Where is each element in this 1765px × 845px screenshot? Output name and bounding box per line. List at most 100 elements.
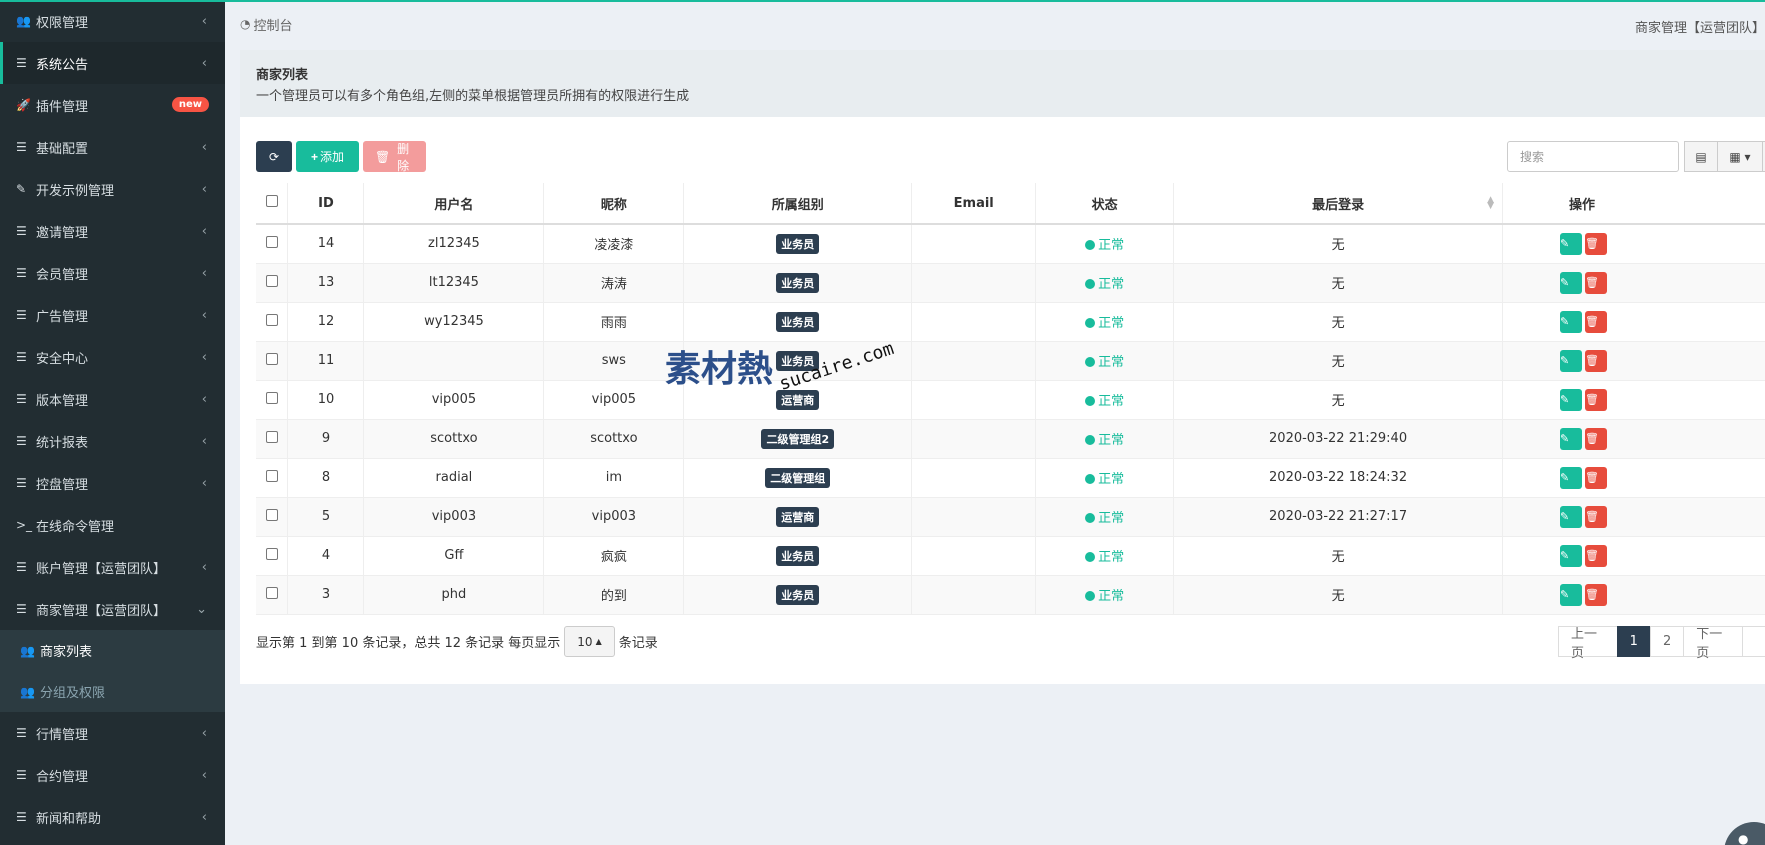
col-last-login-label: 最后登录 [1312, 197, 1365, 213]
group-label: 业务员 [776, 545, 820, 566]
row-checkbox[interactable] [265, 352, 278, 365]
edit-button[interactable]: ✎ [1560, 388, 1583, 411]
pager-suffix: 条记录 [618, 636, 658, 651]
add-button[interactable]: + 添加 [296, 141, 359, 172]
sidebar-item[interactable]: ☰ 基础配置 ‹ [0, 126, 225, 168]
trash-icon: 🗑 [1585, 587, 1599, 601]
col-nickname[interactable]: 昵称 [543, 183, 685, 225]
sidebar-item[interactable]: ☰ 控盘管理 ‹ [0, 462, 225, 504]
pencil-icon: ✎ [1560, 314, 1570, 328]
row-checkbox[interactable] [265, 508, 278, 521]
edit-button[interactable]: ✎ [1560, 466, 1583, 489]
row-checkbox[interactable] [265, 391, 278, 404]
sidebar-item-label: 商家列表 [40, 645, 93, 660]
status-dot-icon [1085, 435, 1096, 445]
col-group[interactable]: 所属组别 [683, 183, 913, 225]
sidebar-item[interactable]: ✎ 开发示例管理 ‹ [0, 168, 225, 210]
page-2-button[interactable]: 2 [1649, 626, 1685, 657]
select-all-checkbox[interactable] [265, 195, 278, 207]
chevron-left-icon: ‹ [201, 140, 207, 155]
delete-row-button[interactable]: 🗑 [1585, 544, 1608, 567]
edit-button[interactable]: ✎ [1560, 427, 1583, 450]
delete-row-button[interactable]: 🗑 [1585, 310, 1608, 333]
sidebar-item[interactable]: 👥 分组及权限 [0, 671, 225, 712]
sidebar-item[interactable]: ☰ 新闻和帮助 ‹ [0, 796, 225, 838]
search-input[interactable]: 搜索 [1507, 141, 1679, 172]
sidebar-item-label: 基础配置 [36, 141, 89, 157]
chevron-left-icon: ‹ [201, 810, 207, 825]
sidebar-item[interactable]: ☰ 会员管理 ‹ [0, 252, 225, 294]
delete-row-button[interactable]: 🗑 [1585, 466, 1608, 489]
delete-row-button[interactable]: 🗑 [1585, 271, 1608, 294]
cell-email [911, 380, 1037, 420]
group-label: 二级管理组 [765, 467, 831, 488]
col-id[interactable]: ID [287, 183, 365, 225]
list-icon: ☰ [16, 266, 27, 280]
delete-row-button[interactable]: 🗑 [1585, 232, 1608, 255]
sidebar-item[interactable]: ☰ 安全中心 ‹ [0, 336, 225, 378]
next-page-button[interactable]: 下一页 [1683, 626, 1743, 661]
prev-page-button[interactable]: 上一页 [1558, 626, 1618, 661]
sidebar-item[interactable]: ☰ 邀请管理 ‹ [0, 210, 225, 252]
table-row: 12 wy12345 雨雨 业务员 正常无 ✎ 🗑 [256, 302, 1765, 342]
edit-button[interactable]: ✎ [1560, 271, 1583, 294]
sidebar-item[interactable]: 🚀 插件管理 new [0, 84, 225, 126]
status-dot-icon [1085, 591, 1096, 601]
row-checkbox[interactable] [265, 469, 278, 482]
row-checkbox[interactable] [265, 274, 278, 287]
chevron-left-icon: ‹ [201, 56, 207, 71]
chevron-left-icon: ‹ [201, 476, 207, 491]
edit-button[interactable]: ✎ [1560, 583, 1583, 606]
cell-email [911, 302, 1037, 342]
delete-row-button[interactable]: 🗑 [1585, 583, 1608, 606]
sidebar-item[interactable]: ☰ 广告管理 ‹ [0, 294, 225, 336]
breadcrumb-home[interactable]: 控制台 [253, 15, 292, 34]
trash-icon: 🗑 [1585, 314, 1599, 328]
sidebar-item[interactable]: 👥 商家列表 [0, 630, 225, 671]
delete-row-button[interactable]: 🗑 [1585, 349, 1608, 372]
row-checkbox[interactable] [265, 313, 278, 326]
edit-button[interactable]: ✎ [1560, 505, 1583, 528]
sidebar-item[interactable]: ☰ 统计报表 ‹ [0, 420, 225, 462]
col-username[interactable]: 用户名 [363, 183, 545, 225]
page-jump-input[interactable] [1741, 626, 1765, 657]
sidebar-item[interactable]: ☰ 合约管理 ‹ [0, 754, 225, 796]
row-select-cell [256, 302, 289, 342]
sidebar-item[interactable]: ☰ 商家管理【运营团队】 ⌄ [0, 588, 225, 630]
delete-row-button[interactable]: 🗑 [1585, 505, 1608, 528]
cell-username [363, 341, 545, 381]
sidebar-item-label: 分组及权限 [40, 686, 106, 701]
delete-row-button[interactable]: 🗑 [1585, 388, 1608, 411]
page-size-dropdown[interactable]: 10 ▲ [564, 626, 615, 657]
sidebar-item[interactable]: >_ 在线命令管理 [0, 504, 225, 546]
edit-button[interactable]: ✎ [1560, 544, 1583, 567]
edit-button[interactable]: ✎ [1560, 349, 1583, 372]
toggle-view-button[interactable]: ▤ [1684, 141, 1718, 172]
cell-id: 12 [287, 302, 365, 342]
refresh-button[interactable]: ⟳ [256, 141, 292, 172]
row-checkbox[interactable] [265, 586, 278, 599]
edit-button[interactable]: ✎ [1560, 232, 1583, 255]
status-text: 正常 [1098, 277, 1125, 292]
col-status[interactable]: 状态 [1035, 183, 1175, 225]
row-checkbox[interactable] [265, 235, 278, 248]
sidebar-item[interactable]: ☰ 版本管理 ‹ [0, 378, 225, 420]
page-1-button[interactable]: 1 [1616, 626, 1651, 657]
sidebar-item[interactable]: ☰ 系统公告 ‹ [0, 42, 225, 84]
edit-button[interactable]: ✎ [1560, 310, 1583, 333]
columns-button[interactable]: ▦ ▾ [1717, 141, 1763, 172]
row-checkbox[interactable] [265, 430, 278, 443]
delete-button[interactable]: 🗑 删除 [363, 141, 426, 173]
sidebar-item[interactable]: ☰ 行情管理 ‹ [0, 712, 225, 754]
col-last-login[interactable]: 最后登录 ▲ ▼ [1173, 183, 1504, 225]
sidebar-item[interactable]: ☰ 账户管理【运营团队】 ‹ [0, 546, 225, 588]
table-row: 4 Gff 疯疯 业务员 正常无 ✎ 🗑 [256, 536, 1765, 576]
row-checkbox[interactable] [265, 547, 278, 560]
group-label: 运营商 [776, 389, 820, 410]
sidebar-item[interactable]: 👥 权限管理 ‹ [0, 0, 225, 42]
status-dot-icon [1085, 552, 1096, 562]
col-email[interactable]: Email [911, 183, 1037, 225]
cell-username: vip003 [363, 497, 545, 537]
cell-nickname: im [543, 458, 685, 498]
delete-row-button[interactable]: 🗑 [1585, 427, 1608, 450]
